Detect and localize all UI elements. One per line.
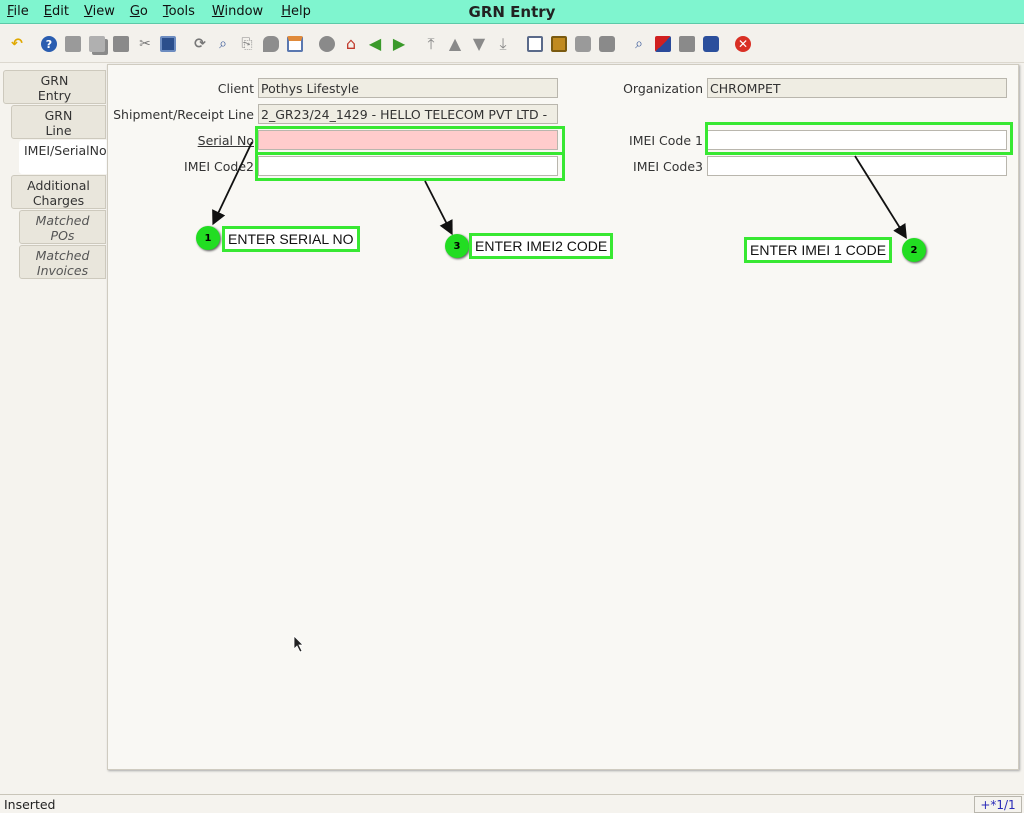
- toolbar: ↶ ? ✂ ⟳ ⌕ ⎘ ⌂ ◀ ▶ ⤒ ▲ ▼ ⤓ ⌕ ✕: [0, 25, 1024, 63]
- imei-code1-label: IMEI Code 1: [629, 133, 703, 148]
- step-1-badge: 1: [196, 226, 220, 250]
- client-field[interactable]: Pothys Lifestyle: [258, 78, 558, 98]
- product-info-icon[interactable]: [703, 36, 719, 52]
- imei-code2-label: IMEI Code2: [184, 159, 254, 174]
- print-icon[interactable]: [599, 36, 615, 52]
- client-label: Client: [217, 81, 254, 96]
- imei-code3-label: IMEI Code3: [633, 159, 703, 174]
- window-title: GRN Entry: [468, 3, 556, 21]
- zoom-across-icon[interactable]: ⌕: [630, 35, 648, 53]
- detail-icon[interactable]: ▶: [390, 35, 408, 53]
- tab-imei-serialno[interactable]: IMEI/SerialNo: [19, 140, 109, 174]
- tab-matched-invoices[interactable]: Matched Invoices: [19, 245, 106, 279]
- workflow-icon[interactable]: [655, 36, 671, 52]
- tab-label: IMEI/SerialNo: [24, 143, 107, 158]
- chat-icon[interactable]: [263, 36, 279, 52]
- previous-record-icon[interactable]: ▲: [446, 35, 464, 53]
- tab-label: Additional Charges: [27, 178, 90, 208]
- home-icon[interactable]: ⌂: [342, 35, 360, 53]
- archive-icon[interactable]: [551, 36, 567, 52]
- callout-imei1: ENTER IMEI 1 CODE: [744, 237, 893, 263]
- serial-no-label: Serial No: [197, 133, 254, 148]
- shipment-receipt-line-label: Shipment/Receipt Line: [113, 107, 254, 122]
- history-icon[interactable]: [319, 36, 335, 52]
- last-record-icon[interactable]: ⤓: [494, 35, 512, 53]
- tab-label: Matched Invoices: [35, 248, 90, 278]
- tab-label: GRN Line: [44, 108, 73, 138]
- refresh-icon[interactable]: ⟳: [191, 35, 209, 53]
- help-icon[interactable]: ?: [41, 36, 57, 52]
- close-window-icon[interactable]: ✕: [735, 36, 751, 52]
- first-record-icon[interactable]: ⤒: [422, 35, 440, 53]
- request-icon[interactable]: [679, 36, 695, 52]
- imei-code3-input[interactable]: [707, 156, 1007, 176]
- organization-label: Organization: [623, 81, 703, 96]
- title-bar: File Edit View Go Tools Window Help GRN …: [0, 0, 1024, 24]
- tab-grn-entry[interactable]: GRN Entry: [3, 70, 106, 104]
- delete-icon[interactable]: [113, 36, 129, 52]
- tab-additional-charges[interactable]: Additional Charges: [11, 175, 106, 209]
- tab-label: Matched POs: [35, 213, 90, 243]
- step-2-badge: 2: [902, 238, 926, 262]
- imei-code2-input[interactable]: [258, 156, 558, 176]
- next-record-icon[interactable]: ▼: [470, 35, 488, 53]
- shipment-receipt-line-field[interactable]: 2_GR23/24_1429 - HELLO TELECOM PVT LTD -: [258, 104, 558, 124]
- status-message: Inserted: [4, 797, 56, 812]
- callout-imei2: ENTER IMEI2 CODE: [469, 233, 614, 259]
- tab-label: GRN Entry: [37, 73, 72, 103]
- step-3-badge: 3: [445, 234, 469, 258]
- status-bar: Inserted +*1/1: [0, 794, 1024, 813]
- undo-icon[interactable]: ↶: [8, 35, 26, 53]
- serial-no-input[interactable]: [258, 130, 558, 150]
- callout-serial-no: ENTER SERIAL NO: [222, 226, 360, 252]
- report-icon[interactable]: [527, 36, 543, 52]
- save-icon[interactable]: [160, 36, 176, 52]
- tab-grn-line[interactable]: GRN Line: [11, 105, 106, 139]
- imei-code1-input[interactable]: [707, 130, 1007, 150]
- attachment-icon[interactable]: ⎘: [238, 35, 256, 53]
- new-icon[interactable]: [65, 36, 81, 52]
- organization-field[interactable]: CHROMPET: [707, 78, 1007, 98]
- find-icon[interactable]: ⌕: [214, 35, 232, 53]
- parent-icon[interactable]: ◀: [366, 35, 384, 53]
- copy-icon[interactable]: [89, 36, 105, 52]
- delete-selection-icon[interactable]: ✂: [136, 35, 154, 53]
- print-preview-icon[interactable]: [575, 36, 591, 52]
- grid-toggle-icon[interactable]: [287, 36, 303, 52]
- record-indicator[interactable]: +*1/1: [974, 796, 1022, 813]
- mouse-cursor-icon: [293, 635, 304, 653]
- tab-matched-pos[interactable]: Matched POs: [19, 210, 106, 244]
